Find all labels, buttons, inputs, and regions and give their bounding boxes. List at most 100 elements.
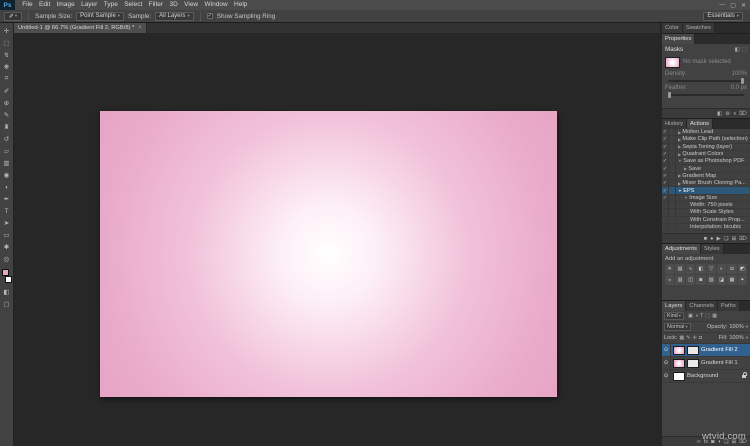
layer-row[interactable]: ⊙ Gradient Fill 2 [662, 344, 750, 357]
invert-icon[interactable]: ◙ [696, 275, 706, 285]
delete-action-icon[interactable]: ⌦ [739, 236, 747, 242]
clone-stamp-tool-icon[interactable]: ♜ [1, 121, 13, 133]
maximize-icon[interactable]: ▢ [730, 2, 736, 9]
fill-value[interactable]: 100% [729, 335, 743, 341]
black-white-icon[interactable]: ◩ [737, 264, 747, 274]
toggle-item-check-icon[interactable]: ✓ [662, 158, 669, 165]
filter-shape-icon[interactable]: ⬚ [705, 313, 710, 319]
quick-mask-icon[interactable]: ◧ [1, 286, 13, 298]
toggle-item-check-icon[interactable] [662, 223, 669, 231]
tab-paths[interactable]: Paths [717, 301, 740, 311]
action-row[interactable]: ✓ ▶ Molten Lead [662, 129, 750, 137]
blur-tool-icon[interactable]: ◉ [1, 169, 13, 181]
mask-thumbnail[interactable] [665, 56, 680, 68]
action-row[interactable]: Width: 750 pixels [662, 201, 750, 210]
visibility-eye-icon[interactable]: ⊙ [662, 370, 671, 382]
delete-mask-icon[interactable]: ⌦ [739, 111, 747, 117]
layer-row[interactable]: ⊙ Gradient Fill 1 [662, 357, 750, 370]
canvas-workspace[interactable] [14, 33, 660, 446]
marquee-tool-icon[interactable]: ⬚ [1, 37, 13, 49]
close-icon[interactable]: × [138, 25, 142, 31]
color-lookup-icon[interactable]: ◫ [685, 275, 696, 285]
filter-pixel-icon[interactable]: ▣ [688, 313, 693, 319]
brush-tool-icon[interactable]: ✎ [1, 109, 13, 121]
filter-adjustment-icon[interactable]: ◑ [695, 313, 698, 319]
vector-mask-icon[interactable]: ⬚ [742, 47, 747, 53]
action-row[interactable]: ✓ ▶ Save [662, 165, 750, 173]
pixel-mask-icon[interactable]: ◧ [735, 47, 740, 53]
expand-arrow-icon[interactable]: ▶ [678, 152, 681, 157]
new-action-icon[interactable]: ⊞ [732, 236, 737, 242]
menu-item-layer[interactable]: Layer [78, 0, 101, 10]
layer-thumbnail[interactable] [673, 358, 685, 368]
toggle-item-check-icon[interactable] [662, 216, 669, 223]
tab-channels[interactable]: Channels [686, 301, 718, 311]
dodge-tool-icon[interactable]: ◖ [1, 181, 13, 193]
dialog-toggle-icon[interactable] [669, 136, 676, 143]
color-balance-icon[interactable]: ⚖ [727, 264, 737, 274]
hand-tool-icon[interactable]: ✱ [1, 241, 13, 253]
dialog-toggle-icon[interactable] [669, 180, 676, 187]
toggle-item-check-icon[interactable] [662, 201, 669, 209]
expand-arrow-icon[interactable]: ▶ [678, 130, 681, 135]
dialog-toggle-icon[interactable] [669, 150, 676, 158]
toggle-item-check-icon[interactable]: ✓ [662, 180, 669, 187]
expand-arrow-icon[interactable]: ▶ [678, 137, 681, 142]
sample-size-dropdown[interactable]: Point Sample ▾ [76, 11, 125, 21]
brightness-contrast-icon[interactable]: ☀ [665, 264, 675, 274]
toggle-item-check-icon[interactable]: ✓ [662, 150, 669, 158]
toggle-item-check-icon[interactable]: ✓ [662, 129, 669, 136]
dialog-toggle-icon[interactable] [669, 143, 676, 150]
layer-thumbnail[interactable] [687, 358, 699, 368]
toggle-item-check-icon[interactable] [662, 209, 669, 216]
exposure-icon[interactable]: ◧ [696, 264, 706, 274]
dialog-toggle-icon[interactable] [669, 129, 676, 136]
visibility-eye-icon[interactable]: ⊙ [662, 357, 671, 369]
density-value[interactable]: 100% [732, 71, 747, 77]
menu-item-filter[interactable]: Filter [145, 0, 166, 10]
posterize-icon[interactable]: ▨ [706, 275, 716, 285]
menu-item-view[interactable]: View [181, 0, 201, 10]
zoom-tool-icon[interactable]: ◎ [1, 253, 13, 265]
action-row[interactable]: ✓ ▼ EPS [662, 187, 750, 195]
toggle-item-check-icon[interactable]: ✓ [662, 143, 669, 150]
dialog-toggle-icon[interactable] [669, 223, 676, 231]
layer-row[interactable]: ⊙ Background [662, 370, 750, 383]
document-tab[interactable]: Untitled-1 @ 66.7% (Gradient Fill 2, RGB… [14, 23, 147, 33]
tab-properties[interactable]: Properties [662, 34, 696, 44]
dialog-toggle-icon[interactable] [669, 172, 676, 180]
healing-brush-tool-icon[interactable]: ⊕ [1, 97, 13, 109]
workspace-switcher-button[interactable]: Essentials ▾ [703, 11, 743, 21]
action-row[interactable]: With Constrain Prop... [662, 216, 750, 224]
history-brush-tool-icon[interactable]: ↺ [1, 133, 13, 145]
action-row[interactable]: ✓ ▶ Quadrant Colors [662, 150, 750, 159]
invert-mask-icon[interactable]: ◑ [733, 111, 736, 117]
pen-tool-icon[interactable]: ✒ [1, 193, 13, 205]
play-icon[interactable]: ▶ [716, 236, 720, 242]
dialog-toggle-icon[interactable] [669, 158, 676, 165]
record-icon[interactable]: ● [710, 236, 713, 242]
new-set-icon[interactable]: ❏ [724, 236, 729, 242]
feather-slider-knob[interactable] [668, 91, 671, 98]
close-icon[interactable]: ✕ [741, 2, 746, 9]
menu-item-help[interactable]: Help [231, 0, 251, 10]
filter-type-icon[interactable]: T [700, 313, 703, 319]
toggle-item-check-icon[interactable]: ✓ [662, 187, 669, 194]
expand-arrow-icon[interactable]: ▶ [678, 173, 681, 178]
dialog-toggle-icon[interactable] [669, 187, 676, 194]
action-row[interactable]: ✓ ▼ Save as Photoshop PDF [662, 158, 750, 166]
action-row[interactable]: Interpolation: bicubic [662, 223, 750, 232]
blend-mode-dropdown[interactable]: Normal ▾ [664, 323, 691, 331]
lock-position-icon[interactable]: ✛ [693, 335, 697, 341]
screen-mode-icon[interactable]: ▢ [1, 298, 13, 310]
stop-icon[interactable]: ■ [704, 236, 707, 242]
feather-value[interactable]: 0.0 px [731, 85, 747, 91]
expand-arrow-icon[interactable]: ▼ [678, 189, 682, 193]
expand-arrow-icon[interactable]: ▶ [678, 181, 681, 186]
expand-arrow-icon[interactable]: ▼ [678, 159, 682, 163]
lock-pixels-icon[interactable]: ✎ [686, 335, 690, 341]
menu-item-image[interactable]: Image [53, 0, 77, 10]
hue-saturation-icon[interactable]: ◐ [716, 264, 727, 274]
feather-slider[interactable] [668, 91, 744, 98]
action-row[interactable]: ✓ ▼ Image Size [662, 194, 750, 202]
